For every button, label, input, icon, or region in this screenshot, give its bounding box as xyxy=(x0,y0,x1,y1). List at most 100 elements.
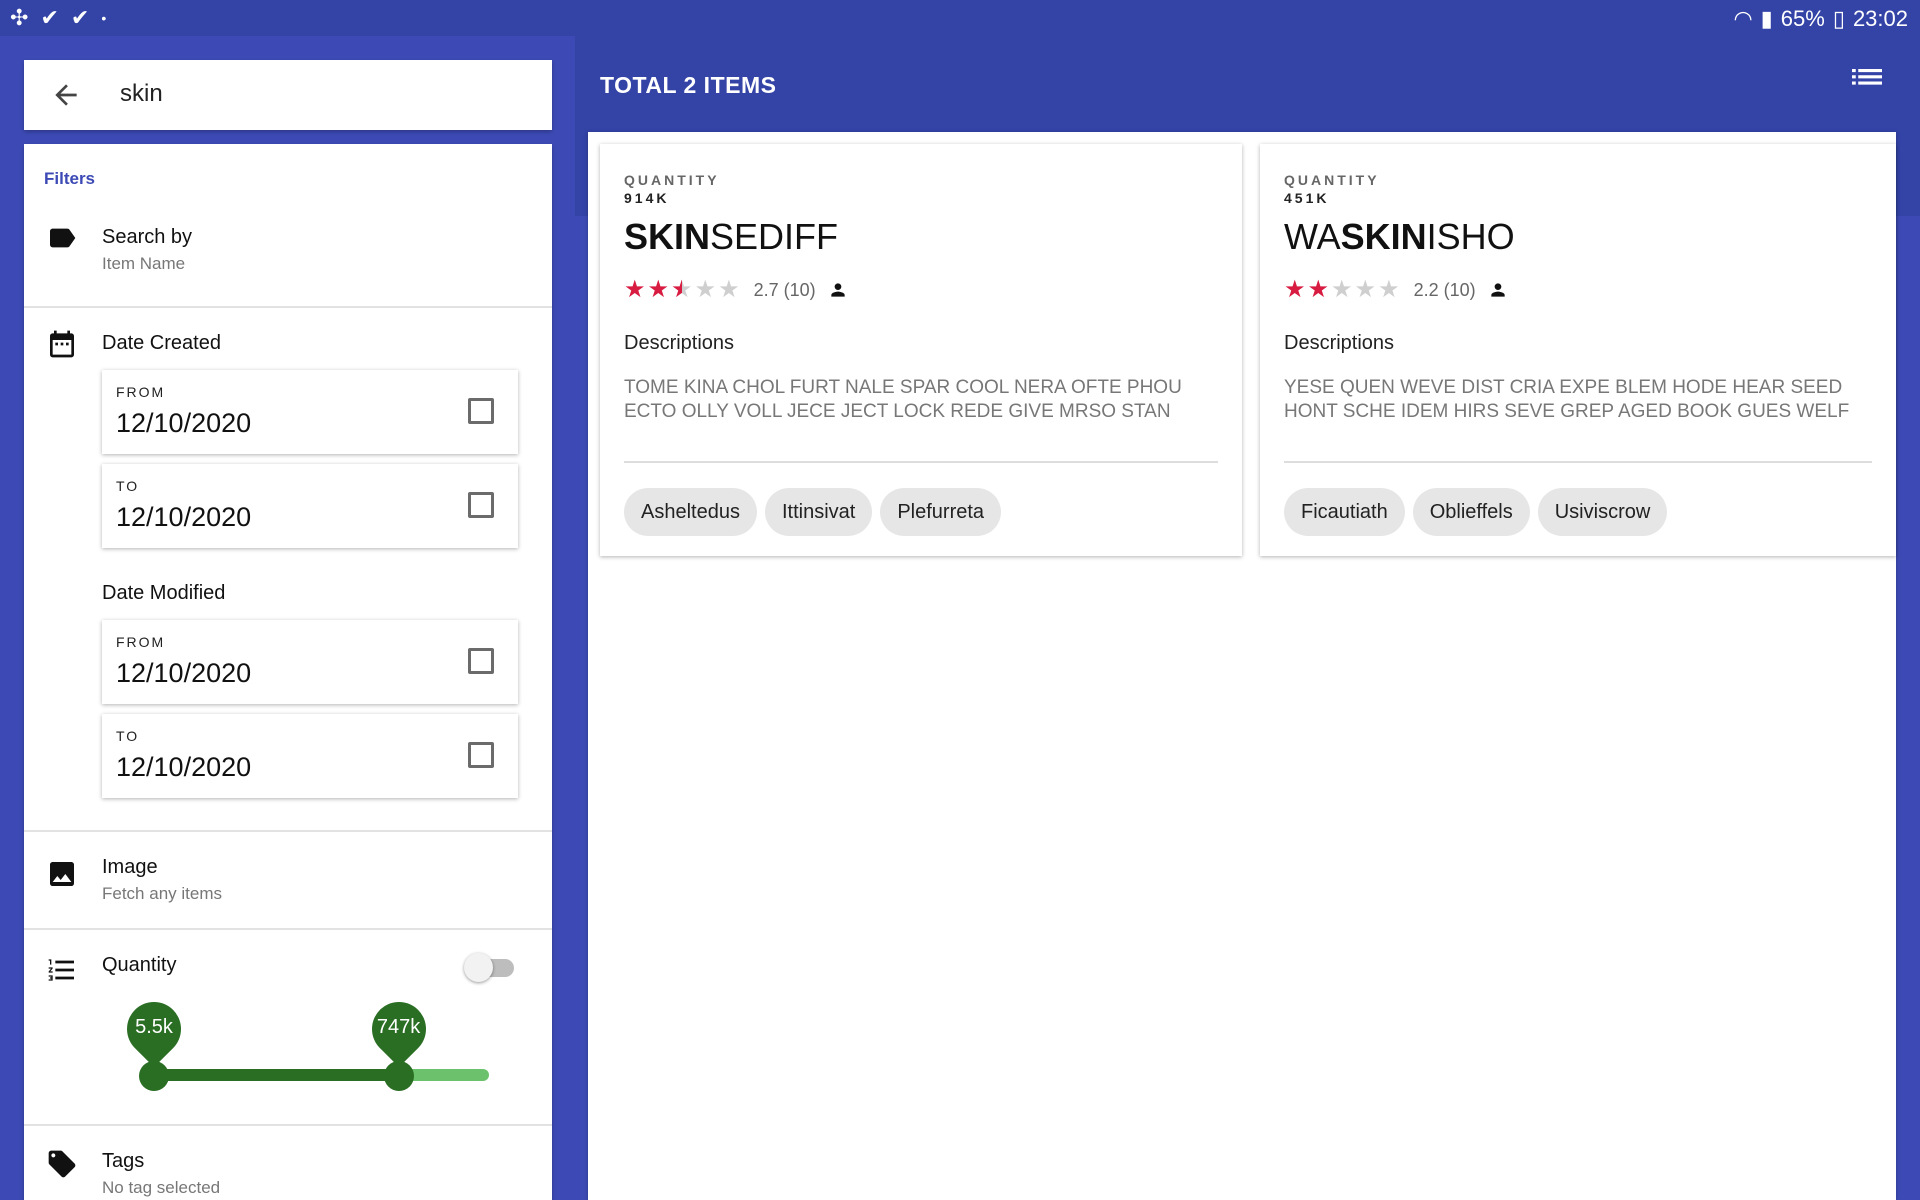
star-icon: ★ xyxy=(647,276,670,303)
star-icon: ★ xyxy=(1331,276,1353,303)
search-by-title[interactable]: Search by xyxy=(102,226,192,249)
date-modified-to-field[interactable]: TO 12/10/2020 xyxy=(102,714,518,798)
item-name-match: SKIN xyxy=(1340,216,1427,257)
item-card[interactable]: QUANTITY 914K SKINSEDIFF ★ ★ ★ ★ ★ 2.7 (10) … xyxy=(600,144,1242,556)
date-created-title: Date Created xyxy=(102,332,221,354)
rating-stars: ★ ★ ★ ★ ★ xyxy=(1284,278,1400,302)
back-arrow-icon[interactable] xyxy=(50,79,82,111)
description-text: TOME KINA CHOL FURT NALE SPAR COOL NERA … xyxy=(624,377,1182,422)
item-name-rest: ISHO xyxy=(1426,216,1515,257)
dot-icon: • xyxy=(101,10,107,26)
date-created-from-field[interactable]: FROM 12/10/2020 xyxy=(102,370,518,454)
item-name: SKINSEDIFF xyxy=(624,216,838,258)
item-name: WASKINISHO xyxy=(1284,216,1515,258)
item-name-prefix: WA xyxy=(1284,216,1341,257)
star-icon: ★ xyxy=(718,276,740,303)
page-title: TOTAL 2 ITEMS xyxy=(600,72,777,98)
quantity-value: 914K xyxy=(624,190,670,206)
tag-chips: Asheltedus Ittinsivat Plefurreta xyxy=(624,488,1002,536)
quantity-value: 451K xyxy=(1284,190,1330,206)
date-from-label: FROM xyxy=(116,384,166,400)
list-view-icon[interactable] xyxy=(1852,66,1882,92)
image-filter-title[interactable]: Image xyxy=(102,856,158,879)
slider-track-selected xyxy=(154,1069,399,1081)
tag-chip[interactable]: Plefurreta xyxy=(880,488,1002,536)
divider xyxy=(624,461,1218,463)
filters-card: Filters Search by Item Name Date Created… xyxy=(24,144,552,1200)
rating-stars: ★ ★ ★ ★ ★ xyxy=(624,278,740,302)
date-to-value: 12/10/2020 xyxy=(116,752,252,782)
star-icon: ★ xyxy=(1307,276,1330,303)
date-modified-from-field[interactable]: FROM 12/10/2020 xyxy=(102,620,518,704)
label-icon xyxy=(50,228,76,248)
battery-icon: ▯ xyxy=(1832,6,1845,31)
rating-score: 2.7 (10) xyxy=(753,279,816,300)
star-icon: ★ xyxy=(624,276,646,303)
date-from-value: 12/10/2020 xyxy=(116,408,252,438)
results-area: QUANTITY 914K SKINSEDIFF ★ ★ ★ ★ ★ 2.7 (10) … xyxy=(588,132,1896,1200)
tag-chip[interactable]: Ficautiath xyxy=(1284,488,1405,536)
filter-panel: skin Filters Search by Item Name Date Cr… xyxy=(0,36,575,1200)
slider-max-thumb[interactable] xyxy=(383,1061,414,1091)
tag-chip[interactable]: Usiviscrow xyxy=(1537,488,1668,536)
divider xyxy=(24,1124,552,1126)
tags-filter-value: No tag selected xyxy=(102,1178,221,1197)
search-input[interactable]: skin xyxy=(120,80,163,108)
date-modified-to-checkbox[interactable] xyxy=(468,742,494,768)
search-by-value: Item Name xyxy=(102,254,186,273)
quantity-toggle[interactable] xyxy=(464,952,514,982)
date-to-label: TO xyxy=(116,728,140,744)
image-icon xyxy=(50,862,74,886)
star-icon: ★ xyxy=(1284,276,1306,303)
tag-icon xyxy=(48,1150,76,1178)
tag-chip[interactable]: Asheltedus xyxy=(624,488,757,536)
tag-chip[interactable]: Oblieffels xyxy=(1412,488,1530,536)
divider xyxy=(24,830,552,832)
slider-min-thumb[interactable] xyxy=(139,1061,169,1091)
tag-chip[interactable]: Ittinsivat xyxy=(764,488,873,536)
tags-filter-title[interactable]: Tags xyxy=(102,1150,144,1173)
date-modified-from-checkbox[interactable] xyxy=(468,648,494,674)
description-text: YESE QUEN WEVE DIST CRIA EXPE BLEM HODE … xyxy=(1284,377,1850,422)
divider xyxy=(24,928,552,930)
tag-chips: Ficautiath Oblieffels Usiviscrow xyxy=(1284,488,1668,536)
rating: ★ ★ ★ ★ ★ 2.2 (10) xyxy=(1284,278,1508,302)
date-created-to-checkbox[interactable] xyxy=(468,492,494,518)
rating: ★ ★ ★ ★ ★ 2.7 (10) xyxy=(624,278,848,302)
descriptions-label: Descriptions xyxy=(1284,332,1395,354)
wifi-icon: ◠ xyxy=(1733,6,1753,31)
divider xyxy=(1284,461,1872,463)
date-from-value: 12/10/2020 xyxy=(116,658,252,688)
divider xyxy=(24,306,552,308)
item-card[interactable]: QUANTITY 451K WASKINISHO ★ ★ ★ ★ ★ 2.2 (10) … xyxy=(1260,144,1896,556)
date-to-value: 12/10/2020 xyxy=(116,502,252,532)
date-from-label: FROM xyxy=(116,634,166,650)
rating-score: 2.2 (10) xyxy=(1413,279,1476,300)
date-created-from-checkbox[interactable] xyxy=(468,398,494,424)
pinwheel-icon: ✣ xyxy=(10,5,29,30)
slider-min-label: 5.5k xyxy=(135,1016,173,1038)
search-bar: skin xyxy=(24,60,552,130)
signal-icon: ▮ xyxy=(1760,6,1773,31)
battery-percent: 65% xyxy=(1780,6,1825,31)
quantity-filter-title: Quantity xyxy=(102,954,177,976)
date-modified-title: Date Modified xyxy=(102,582,226,604)
star-icon: ★ xyxy=(694,276,717,303)
item-name-match: SKIN xyxy=(624,216,711,257)
calendar-icon xyxy=(50,330,74,358)
status-bar: ✣ ✔ ✔ • ◠ ▮ 65% ▯ 23:02 xyxy=(0,0,1920,36)
quantity-range-slider[interactable]: 5.5k 747k xyxy=(115,990,524,1102)
quantity-label: QUANTITY xyxy=(1284,172,1380,188)
item-name-rest: SEDIFF xyxy=(710,216,839,257)
check-icon: ✔ xyxy=(70,5,90,30)
clock: 23:02 xyxy=(1852,6,1908,31)
star-icon: ★ xyxy=(1354,276,1377,303)
date-created-to-field[interactable]: TO 12/10/2020 xyxy=(102,464,518,548)
toggle-knob xyxy=(464,953,493,982)
date-to-label: TO xyxy=(116,478,140,494)
descriptions-label: Descriptions xyxy=(624,332,735,354)
list-numbered-icon xyxy=(48,959,74,981)
image-filter-value: Fetch any items xyxy=(102,884,222,903)
person-icon xyxy=(830,283,845,297)
person-icon xyxy=(1490,283,1505,297)
